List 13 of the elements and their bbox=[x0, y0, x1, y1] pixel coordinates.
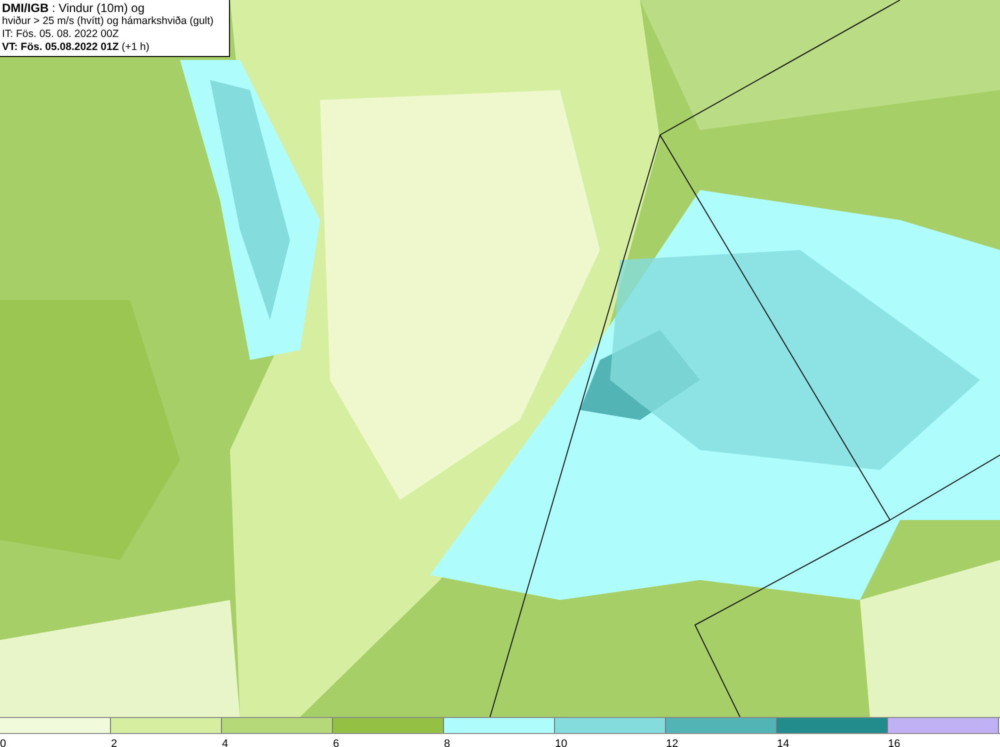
legend-label: 8 bbox=[444, 737, 450, 747]
title-line: hviður > 25 m/s (hvítt) og hámarkshviða (gult) bbox=[2, 15, 215, 28]
legend-label: 12 bbox=[666, 737, 678, 747]
title-line: VT: Fös. 05.08.2022 01Z (+1 h) bbox=[2, 41, 150, 54]
legend-label: 10 bbox=[555, 737, 568, 747]
title-line: DMI/IGB : Vindur (10m) og bbox=[2, 2, 146, 15]
legend-label: 4 bbox=[222, 737, 228, 747]
legend-label: 16 bbox=[888, 737, 900, 747]
title-line: IT: Fös. 05. 08. 2022 00Z bbox=[2, 28, 120, 41]
legend-label: 2 bbox=[111, 737, 118, 747]
legend-label: 14 bbox=[777, 737, 790, 747]
legend-label: 0 bbox=[0, 737, 6, 747]
legend-label: 6 bbox=[333, 737, 340, 747]
